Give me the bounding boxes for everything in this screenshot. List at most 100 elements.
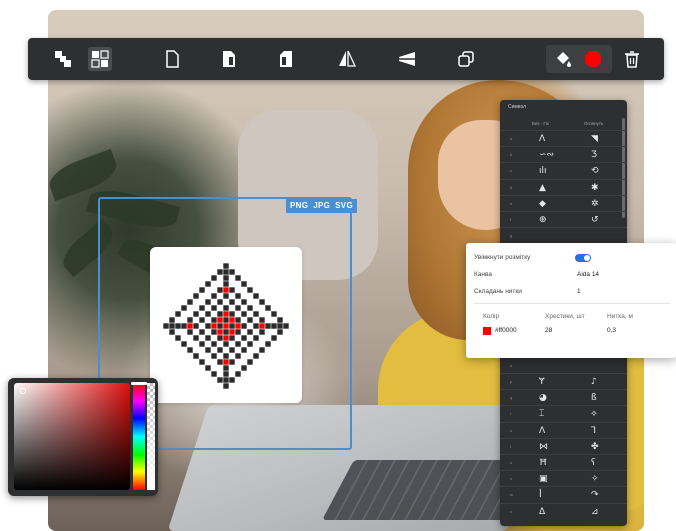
symbol-glyph-b[interactable]: ✱ — [591, 182, 599, 194]
symbol-glyph-b[interactable]: ⟲ — [591, 165, 599, 177]
symbol-glyph-a[interactable]: ᐃ — [539, 506, 545, 518]
symbol-glyph-a[interactable]: ⊕ — [539, 214, 547, 226]
threads-value[interactable]: 1 — [577, 288, 581, 295]
page-half-right-icon[interactable] — [217, 47, 241, 71]
symbol-row-index: v — [510, 476, 512, 482]
stitch-cell — [199, 317, 205, 323]
symbol-row-index: d — [510, 184, 513, 190]
diagonal-squares-outline-icon[interactable] — [88, 47, 112, 71]
perspective-icon[interactable] — [395, 47, 419, 71]
duplicate-icon[interactable] — [454, 47, 478, 71]
alpha-slider[interactable] — [147, 383, 155, 490]
format-jpg[interactable]: JPG — [313, 199, 330, 213]
symbol-row[interactable]: t ⋈ ✤ — [500, 437, 627, 454]
symbol-glyph-a[interactable]: ◆ — [539, 198, 546, 210]
color-swatch[interactable] — [483, 327, 491, 335]
symbol-glyph-a[interactable]: ▲ — [539, 182, 546, 194]
symbol-glyph-b[interactable]: ⊿ — [591, 506, 599, 518]
symbol-glyph-a[interactable]: Ɏ — [539, 376, 545, 388]
symbol-glyph-a[interactable]: ⌶ — [539, 408, 544, 420]
symbol-glyph-b[interactable]: ↷ — [591, 489, 599, 501]
symbol-glyph-a[interactable]: ᐱ — [539, 425, 545, 437]
symbol-row[interactable]: a ᐱ ◥ — [500, 130, 627, 146]
symbol-row[interactable]: x ᐃ ⊿ — [500, 502, 627, 519]
page-icon[interactable] — [160, 47, 184, 71]
symbol-row[interactable]: b ∽∾ Ʒ — [500, 146, 627, 162]
symbol-row[interactable]: q ◕ ß — [500, 389, 627, 405]
symbol-glyph-b[interactable]: ◥ — [591, 133, 598, 145]
stitch-cell — [223, 263, 229, 269]
stitch-cell — [229, 299, 235, 305]
format-svg[interactable]: SVG — [335, 199, 353, 213]
stitch-cell — [211, 329, 217, 335]
symbol-glyph-a[interactable]: ▣ — [539, 473, 548, 485]
symbol-row[interactable]: g — [500, 227, 627, 243]
stitch-cell — [193, 311, 199, 317]
thread-value: 0,3 — [607, 327, 617, 334]
symbol-glyph-a[interactable]: ꟾ — [539, 489, 542, 501]
symbol-row[interactable]: r ⌶ ⟡ — [500, 405, 627, 421]
show-grid-label: Увімкнути розмітку — [474, 254, 531, 261]
stitch-cell — [247, 341, 253, 347]
format-png[interactable]: PNG — [290, 199, 308, 213]
stitch-cell — [169, 317, 175, 323]
saturation-area[interactable] — [14, 383, 130, 490]
symbol-glyph-b[interactable]: ✧ — [591, 473, 599, 485]
hue-slider[interactable] — [133, 383, 145, 490]
stitch-cell — [223, 287, 229, 293]
canvas-value[interactable]: Aida 14 — [577, 271, 599, 278]
symbol-row-index: g — [510, 233, 513, 239]
stitch-cell — [193, 335, 199, 341]
stitch-cell — [187, 317, 193, 323]
red-octagon-icon[interactable] — [584, 50, 602, 68]
symbol-row[interactable]: d ▲ ✱ — [500, 178, 627, 195]
show-grid-toggle[interactable] — [575, 254, 591, 262]
symbol-glyph-b[interactable]: Ʒ — [591, 149, 597, 161]
symbol-row[interactable]: sᐱꓶ — [500, 421, 627, 438]
trash-icon[interactable] — [620, 47, 644, 71]
symbol-row[interactable]: w ꟾ ↷ — [500, 486, 627, 502]
stitch-cell — [205, 299, 211, 305]
symbol-row-index: t — [510, 443, 512, 449]
symbol-row-index: p — [510, 379, 513, 384]
symbol-glyph-b[interactable]: ✲ — [591, 198, 599, 210]
stitch-cell — [217, 299, 223, 305]
mirror-triangles-icon[interactable] — [335, 47, 359, 71]
symbol-glyph-a[interactable]: ◕ — [539, 392, 547, 404]
symbol-glyph-b[interactable]: ↺ — [591, 214, 599, 226]
thread-column-header: Нитка, м — [607, 313, 633, 320]
symbol-glyph-a[interactable]: ᐱ — [539, 133, 545, 145]
paint-bucket-icon[interactable] — [551, 47, 575, 71]
symbol-glyph-b[interactable]: ꓶ — [591, 425, 596, 437]
symbol-row[interactable]: v ▣ ✧ — [500, 470, 627, 486]
symbol-glyph-b[interactable]: ♪ — [591, 376, 597, 388]
symbol-row-index: u — [510, 460, 513, 465]
stitch-cell — [211, 275, 217, 281]
symbol-glyph-b[interactable]: ß — [591, 392, 597, 404]
page-half-left-icon[interactable] — [274, 47, 298, 71]
symbol-row[interactable]: o — [500, 356, 627, 373]
stitch-cell — [211, 317, 217, 323]
stitch-cell — [247, 305, 253, 311]
symbol-row[interactable]: f ⊕ ↺ — [500, 211, 627, 227]
symbol-glyph-a[interactable]: ∽∾ — [539, 149, 554, 161]
symbol-glyph-b[interactable]: ⟡ — [591, 408, 597, 420]
symbol-glyph-b[interactable]: ʕ — [591, 457, 596, 469]
hue-slider-thumb[interactable] — [131, 382, 147, 385]
stitch-cell — [223, 275, 229, 281]
symbol-glyph-a[interactable]: ılı — [539, 165, 547, 177]
diagonal-squares-icon[interactable] — [51, 47, 75, 71]
symbol-row-index: c — [510, 168, 512, 174]
picker-cursor[interactable] — [20, 388, 26, 394]
stitch-cell — [241, 347, 247, 353]
symbol-glyph-a[interactable]: Ħ — [539, 457, 547, 469]
symbol-glyph-b[interactable]: ✤ — [591, 441, 599, 453]
stitch-cell — [259, 329, 265, 335]
stitch-cell — [187, 329, 193, 335]
symbol-row[interactable]: e ◆ ✲ — [500, 194, 627, 211]
symbol-row[interactable]: p Ɏ ♪ — [500, 373, 627, 389]
symbol-row[interactable]: c ılı ⟲ — [500, 162, 627, 178]
stitch-cell — [223, 311, 229, 317]
symbol-row[interactable]: u Ħʕ — [500, 454, 627, 470]
symbol-glyph-a[interactable]: ⋈ — [539, 441, 548, 453]
